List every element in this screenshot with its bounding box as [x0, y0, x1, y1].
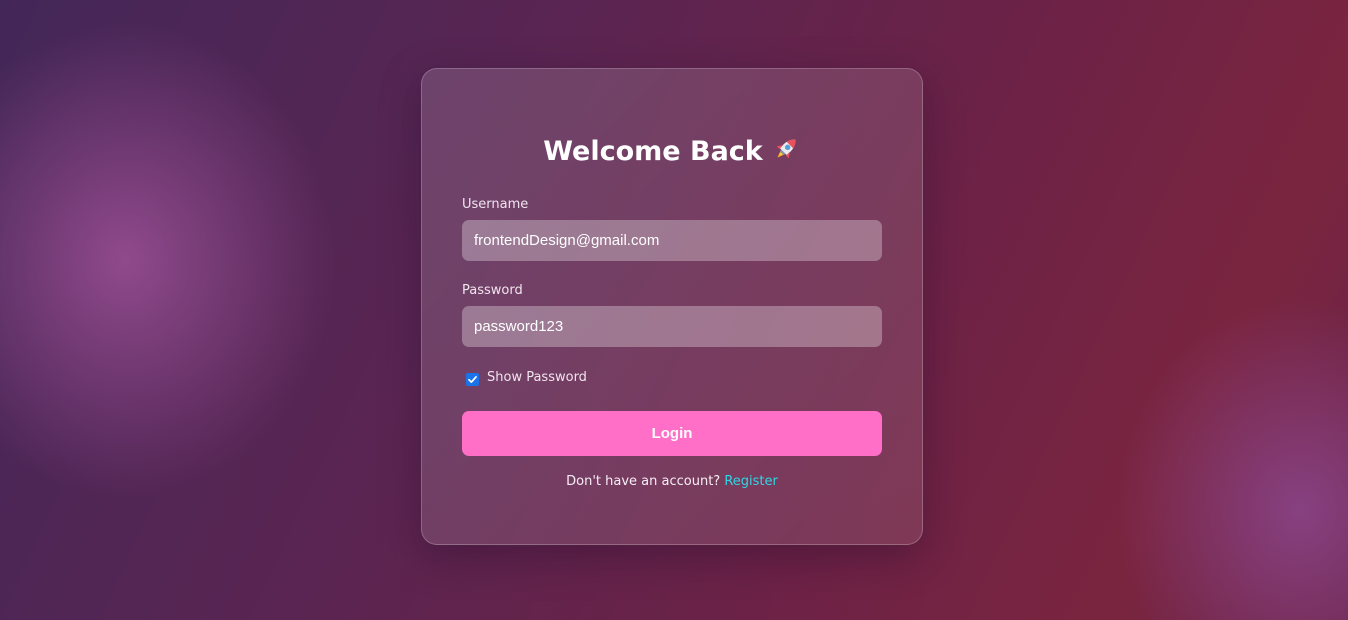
show-password-label[interactable]: Show Password	[487, 370, 587, 386]
username-input[interactable]	[462, 220, 882, 261]
login-button[interactable]: Login	[462, 411, 882, 456]
register-link[interactable]: Register	[724, 474, 778, 489]
rocket-icon	[776, 139, 796, 159]
show-password-row[interactable]: Show Password	[462, 369, 587, 387]
login-card: Welcome Back Username Password Show Pass…	[421, 68, 923, 545]
show-password-checkbox[interactable]	[466, 372, 479, 386]
password-input[interactable]	[462, 306, 882, 347]
title-text: Welcome Back	[543, 136, 763, 167]
checkmark-icon	[468, 375, 477, 383]
password-label: Password	[462, 283, 523, 298]
page-title: Welcome Back	[422, 134, 922, 170]
register-prompt: Don't have an account? Register	[422, 473, 922, 491]
register-prompt-text: Don't have an account?	[566, 474, 721, 489]
username-label: Username	[462, 197, 529, 212]
